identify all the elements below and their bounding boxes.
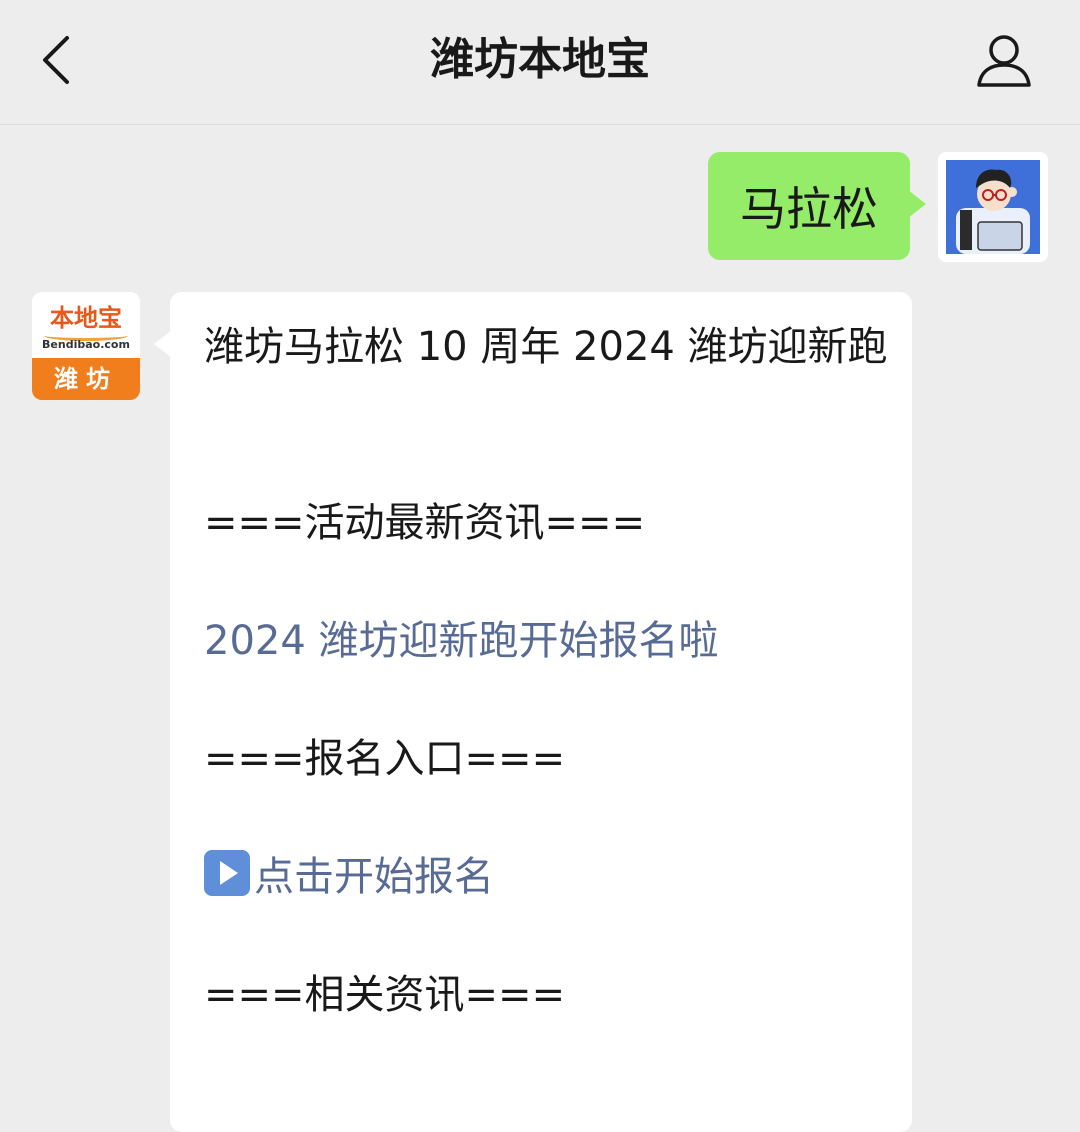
play-icon (204, 850, 250, 896)
outgoing-message-text: 马拉松 (740, 182, 878, 236)
news-link[interactable]: 2024 潍坊迎新跑开始报名啦 (204, 612, 894, 670)
section-header-related: ===相关资讯=== (204, 972, 566, 1018)
chat-header: 潍坊本地宝 (0, 0, 1080, 125)
bendibao-logo: 本地宝 Bendibao.com (32, 292, 140, 358)
avatar-city-label: 潍坊 (32, 358, 140, 400)
cartoon-avatar-icon (946, 160, 1040, 254)
registration-link[interactable]: 点击开始报名 (204, 848, 894, 906)
user-icon (977, 35, 1031, 87)
registration-link-text: 点击开始报名 (254, 854, 494, 900)
section-header-registration: ===报名入口=== (204, 736, 566, 782)
message-headline: 潍坊马拉松 10 周年 2024 潍坊迎新跑 (204, 324, 888, 370)
bendibao-avatar[interactable]: 本地宝 Bendibao.com 潍坊 (32, 292, 140, 400)
user-avatar[interactable] (938, 152, 1048, 262)
page-title: 潍坊本地宝 (430, 34, 650, 85)
profile-button[interactable] (968, 26, 1040, 94)
incoming-message-bubble: 潍坊马拉松 10 周年 2024 潍坊迎新跑 ===活动最新资讯=== 2024… (154, 292, 912, 1132)
section-header-news: ===活动最新资讯=== (204, 500, 646, 546)
outgoing-message-bubble[interactable]: 马拉松 (708, 152, 926, 260)
